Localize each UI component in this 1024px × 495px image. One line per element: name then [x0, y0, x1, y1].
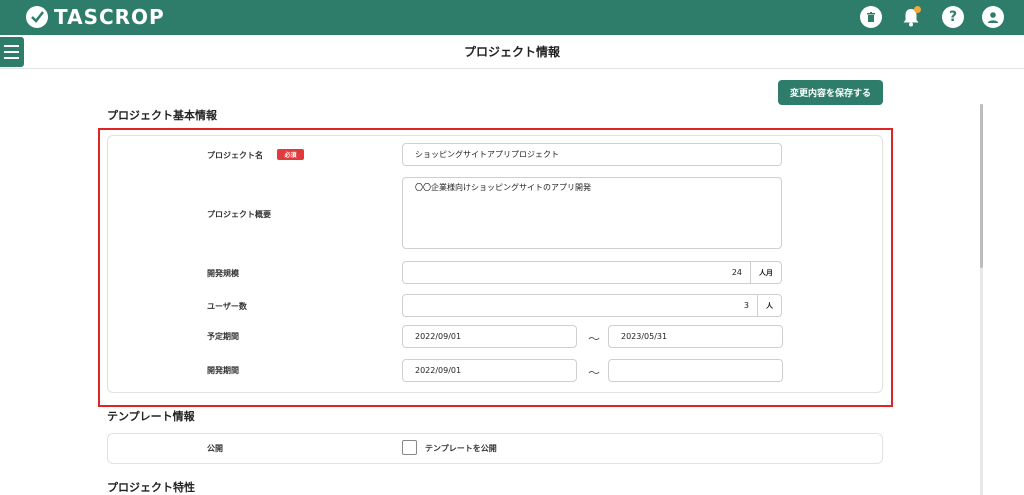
section-title-characteristics: プロジェクト特性	[107, 481, 195, 494]
section-title-basic-info: プロジェクト基本情報	[107, 109, 217, 122]
section-title-template-info: テンプレート情報	[107, 410, 195, 423]
required-badge: 必須	[277, 149, 304, 160]
logo-check-icon	[26, 6, 48, 28]
publish-template-checkbox[interactable]	[402, 440, 417, 455]
public-label: 公開	[207, 444, 223, 453]
range-separator: ～	[588, 332, 601, 346]
project-summary-label: プロジェクト概要	[207, 210, 271, 219]
project-name-label: プロジェクト名	[207, 151, 263, 160]
header-divider	[0, 68, 1024, 69]
dev-period-label: 開発期間	[207, 366, 239, 375]
user-icon[interactable]	[982, 6, 1004, 28]
user-count-unit: 人	[757, 295, 781, 316]
notification-dot	[914, 6, 921, 13]
dev-end-date-input[interactable]	[608, 359, 783, 382]
page-title: プロジェクト情報	[463, 45, 560, 59]
help-icon[interactable]: ?	[942, 6, 964, 28]
range-separator: ～	[588, 366, 601, 380]
scrollbar-thumb[interactable]	[980, 104, 983, 268]
planned-start-date-input[interactable]: 2022/09/01	[402, 325, 577, 348]
save-changes-button[interactable]: 変更内容を保存する	[778, 80, 883, 105]
dev-scale-unit: 人月	[750, 262, 781, 283]
dev-start-date-input[interactable]: 2022/09/01	[402, 359, 577, 382]
publish-template-label[interactable]: テンプレートを公開	[425, 443, 497, 454]
planned-period-label: 予定期間	[207, 332, 239, 341]
dev-scale-input[interactable]: 24 人月	[402, 261, 782, 284]
project-name-input[interactable]: ショッピングサイトアプリプロジェクト	[402, 143, 782, 166]
bell-icon[interactable]	[900, 6, 922, 28]
trash-icon[interactable]	[860, 6, 882, 28]
user-count-label: ユーザー数	[207, 302, 247, 311]
user-count-input[interactable]: 3 人	[402, 294, 782, 317]
dev-scale-value: 24	[731, 268, 742, 277]
top-bar: TASCROP ?	[0, 0, 1024, 35]
planned-end-date-input[interactable]: 2023/05/31	[608, 325, 783, 348]
help-glyph: ?	[948, 9, 958, 25]
app-name: TASCROP	[54, 5, 165, 29]
dev-scale-label: 開発規模	[207, 269, 239, 278]
user-count-value: 3	[743, 301, 749, 310]
project-summary-textarea[interactable]: 〇〇企業様向けショッピングサイトのアプリ開発	[402, 177, 782, 249]
app-logo[interactable]: TASCROP	[26, 5, 165, 29]
